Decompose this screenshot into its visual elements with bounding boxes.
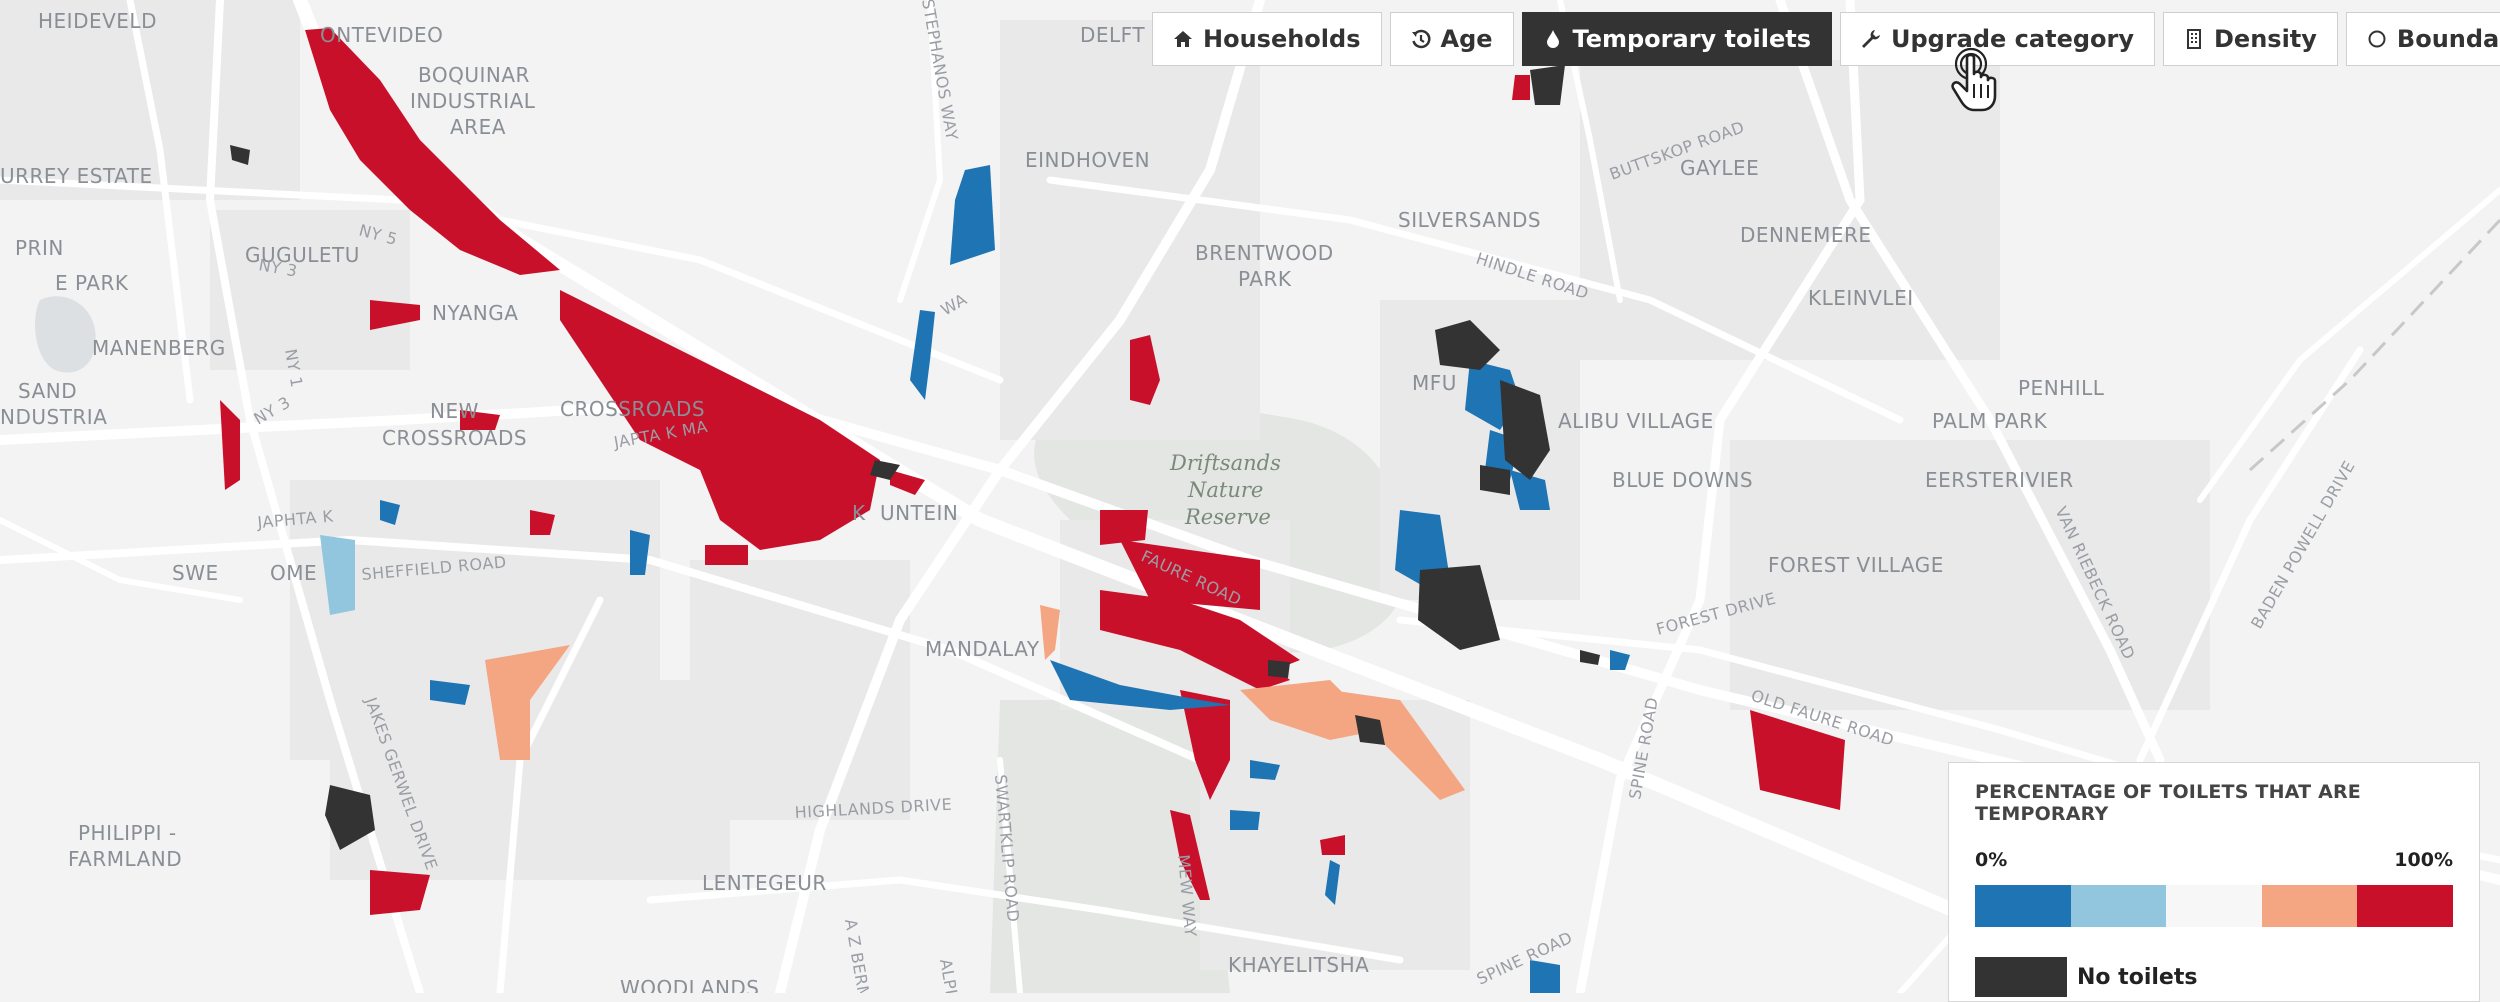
place-label: URREY ESTATE bbox=[0, 164, 153, 188]
settlement-polygon[interactable] bbox=[1530, 65, 1565, 105]
place-label: BLUE DOWNS bbox=[1612, 468, 1753, 492]
legend-scale-labels: 0% 100% bbox=[1975, 849, 2453, 871]
place-label: UNTEIN bbox=[880, 501, 958, 525]
place-label: PHILIPPI - bbox=[78, 821, 177, 845]
settlement-polygon[interactable] bbox=[1268, 660, 1290, 678]
place-label: PENHILL bbox=[2018, 376, 2105, 400]
place-label: SAND bbox=[18, 379, 77, 403]
reserve-label-line: Driftsands bbox=[1169, 451, 1281, 475]
legend-no-toilets-label: No toilets bbox=[2077, 964, 2198, 990]
place-label: NYANGA bbox=[432, 301, 518, 325]
density-button[interactable]: Density bbox=[2163, 12, 2338, 66]
place-label: MANDALAY bbox=[925, 637, 1040, 661]
legend-swatch bbox=[2357, 885, 2453, 927]
households-label: Households bbox=[1203, 25, 1361, 53]
legend-max-label: 100% bbox=[2394, 849, 2453, 871]
households-button[interactable]: Households bbox=[1152, 12, 1382, 66]
place-label: PRIN bbox=[15, 236, 64, 260]
reserve-label-line: Reserve bbox=[1184, 505, 1271, 529]
settlement-polygon[interactable] bbox=[1100, 510, 1148, 545]
wrench-icon bbox=[1861, 29, 1881, 49]
layer-toolbar: Households Age Temporary toilets Upgrade… bbox=[1152, 12, 2500, 66]
place-label: GAYLEE bbox=[1680, 156, 1759, 180]
hand-pointer-cursor-icon bbox=[1951, 47, 1997, 112]
place-label: FOREST VILLAGE bbox=[1768, 553, 1944, 577]
legend-min-label: 0% bbox=[1975, 849, 2008, 871]
place-label: CROSSROADS bbox=[382, 426, 527, 450]
place-label: INDUSTRIAL bbox=[410, 89, 536, 113]
legend-swatch bbox=[2070, 885, 2167, 927]
place-label: HEIDEVELD bbox=[38, 9, 157, 33]
temporary-toilets-label: Temporary toilets bbox=[1572, 25, 1811, 53]
place-label: EINDHOVEN bbox=[1025, 148, 1150, 172]
upgrade-category-label: Upgrade category bbox=[1890, 25, 2134, 53]
place-label: DELFT bbox=[1080, 23, 1145, 47]
age-button[interactable]: Age bbox=[1389, 12, 1514, 66]
legend-no-toilets: No toilets bbox=[1975, 957, 2453, 997]
building-icon bbox=[2184, 29, 2204, 49]
place-label: WOODLANDS bbox=[620, 976, 760, 993]
place-label: BOQUINAR bbox=[418, 63, 530, 87]
home-icon bbox=[1173, 29, 1193, 49]
place-label: OME bbox=[270, 561, 317, 585]
settlement-polygon[interactable] bbox=[1530, 960, 1560, 993]
place-label: ONTEVIDEO bbox=[320, 23, 443, 47]
place-label: FARMLAND bbox=[68, 847, 182, 871]
droplet-icon bbox=[1543, 29, 1563, 49]
legend-title: PERCENTAGE OF TOILETS THAT ARE TEMPORARY bbox=[1975, 781, 2361, 825]
place-label: MFU bbox=[1412, 371, 1457, 395]
place-label: SILVERSANDS bbox=[1398, 208, 1541, 232]
history-icon bbox=[1411, 29, 1431, 49]
age-label: Age bbox=[1440, 25, 1493, 53]
place-label: DENNEMERE bbox=[1740, 223, 1872, 247]
map-legend: PERCENTAGE OF TOILETS THAT ARE TEMPORARY… bbox=[1948, 762, 2480, 1002]
boundary-button[interactable]: Boundary bbox=[2345, 12, 2500, 66]
place-label: KLEINVLEI bbox=[1808, 286, 1914, 310]
legend-no-toilets-swatch bbox=[1975, 957, 2067, 997]
place-label: PALM PARK bbox=[1932, 409, 2048, 433]
legend-swatch bbox=[2261, 885, 2358, 927]
place-label: KHAYELITSHA bbox=[1228, 953, 1369, 977]
legend-swatch bbox=[1975, 885, 2071, 927]
place-label: NEW bbox=[430, 399, 479, 423]
temporary-toilets-button[interactable]: Temporary toilets bbox=[1521, 12, 1832, 66]
boundary-label: Boundary bbox=[2396, 25, 2500, 53]
density-label: Density bbox=[2214, 25, 2317, 53]
place-label: NDUSTRIA bbox=[0, 405, 107, 429]
place-label: MANENBERG bbox=[92, 336, 226, 360]
place-label: LENTEGEUR bbox=[702, 871, 827, 895]
settlement-polygon[interactable] bbox=[1512, 75, 1530, 100]
place-label: AREA bbox=[450, 115, 506, 139]
settlement-polygon[interactable] bbox=[705, 545, 748, 565]
place-label: EERSTERIVIER bbox=[1925, 468, 2074, 492]
place-label: ALIBU VILLAGE bbox=[1558, 409, 1714, 433]
legend-swatch bbox=[2166, 885, 2262, 927]
place-label: K bbox=[852, 501, 866, 525]
place-label: SWE bbox=[172, 561, 219, 585]
place-label: E PARK bbox=[55, 271, 129, 295]
place-label: BRENTWOOD bbox=[1195, 241, 1334, 265]
settlement-polygon[interactable] bbox=[1230, 810, 1260, 830]
place-label: CROSSROADS bbox=[560, 397, 705, 421]
settlement-polygon[interactable] bbox=[1480, 465, 1510, 495]
reserve-label-line: Nature bbox=[1187, 478, 1263, 502]
place-label: PARK bbox=[1238, 267, 1292, 291]
legend-color-ramp bbox=[1975, 885, 2453, 927]
circle-icon bbox=[2367, 29, 2387, 49]
